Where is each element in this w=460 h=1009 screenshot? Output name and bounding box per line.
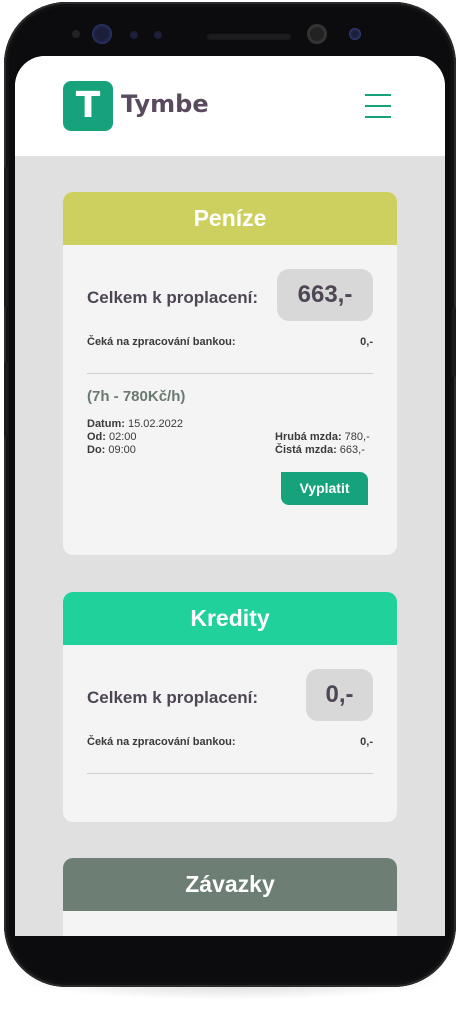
pending-label: Čeká na zpracování bankou: [87, 336, 236, 348]
pay-out-button[interactable]: Vyplatit [281, 472, 368, 505]
shift-hours: (7h - 780Kč/h) [87, 388, 186, 405]
total-label: Celkem k proplacení: [87, 688, 259, 707]
shift-wages: Hrubá mzda: 780,- Čistá mzda: 663,- [275, 431, 370, 457]
iris-sensor [92, 24, 112, 44]
logo[interactable]: T [63, 81, 113, 131]
money-card-title: Peníze [63, 192, 397, 245]
obligations-card: Závazky [63, 858, 397, 936]
pending-amount: 0,- [360, 736, 373, 748]
shift-to: Do: 09:00 [87, 444, 136, 456]
logo-letter: T [75, 85, 101, 126]
obligations-card-title: Závazky [63, 858, 397, 911]
camera-lens [349, 28, 361, 40]
phone-screen: T Tymbe Peníze Celkem k proplacení: 663,… [15, 56, 445, 936]
credits-card: Kredity Celkem k proplacení: 0,- Čeká na… [63, 592, 397, 822]
shift-from: Od: 02:00 [87, 431, 137, 443]
hamburger-menu-icon[interactable] [365, 92, 393, 120]
total-amount: 663,- [277, 269, 373, 321]
bixby-button [4, 362, 8, 437]
front-camera [307, 24, 327, 44]
total-amount: 0,- [306, 669, 373, 721]
app-header: T Tymbe [15, 56, 445, 156]
earpiece-speaker [206, 32, 292, 40]
pending-label: Čeká na zpracování bankou: [87, 736, 236, 748]
money-card: Peníze Celkem k proplacení: 663,- Čeká n… [63, 192, 397, 555]
sensor-dot [72, 30, 80, 38]
total-label: Celkem k proplacení: [87, 288, 259, 307]
sensor-dot [130, 31, 138, 39]
sensor-dot [154, 31, 162, 39]
shift-date: Datum: 15.02.2022 [87, 418, 184, 430]
divider [87, 373, 373, 374]
gross-wage: Hrubá mzda: 780,- [275, 431, 370, 443]
credits-card-title: Kredity [63, 592, 397, 645]
brand-name: Tymbe [121, 90, 209, 118]
net-wage: Čistá mzda: 663,- [275, 444, 365, 456]
volume-button [4, 167, 8, 307]
pending-amount: 0,- [360, 336, 373, 348]
divider [87, 773, 373, 774]
power-button [452, 307, 456, 377]
shift-dates: Datum: 15.02.2022 Od: 02:00 Do: 09:00 [87, 418, 183, 457]
